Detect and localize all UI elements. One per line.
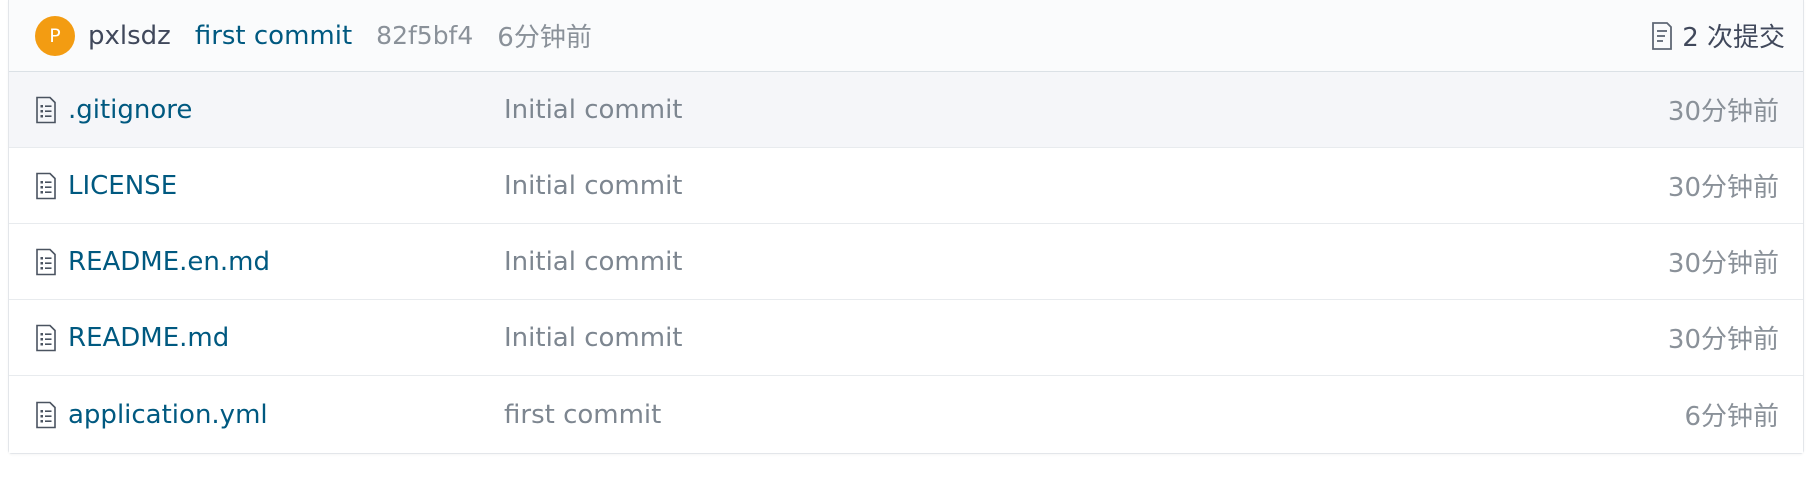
latest-commit-bar: P pxlsdz first commit 82f5bf4 6分钟前 2 次提交 [9, 0, 1803, 72]
file-browser-panel: P pxlsdz first commit 82f5bf4 6分钟前 2 次提交 [8, 0, 1804, 454]
commit-time: 6分钟前 [497, 23, 592, 53]
file-commit-message[interactable]: Initial commit [504, 171, 1668, 201]
file-row[interactable]: README.en.md Initial commit 30分钟前 [9, 224, 1803, 300]
file-row[interactable]: .gitignore Initial commit 30分钟前 [9, 72, 1803, 148]
file-row[interactable]: application.yml first commit 6分钟前 [9, 376, 1803, 453]
commit-author[interactable]: pxlsdz [88, 21, 171, 51]
avatar[interactable]: P [35, 15, 75, 56]
file-name-link[interactable]: LICENSE [68, 171, 504, 201]
commits-count-link[interactable]: 2 次提交 [1650, 17, 1785, 54]
file-icon [35, 172, 57, 200]
file-icon [35, 96, 57, 124]
file-commit-time: 6分钟前 [1684, 402, 1779, 432]
file-commit-time: 30分钟前 [1667, 325, 1779, 355]
file-commit-message[interactable]: Initial commit [504, 95, 1668, 125]
file-name-link[interactable]: application.yml [68, 400, 504, 430]
history-icon [1650, 21, 1674, 51]
file-name-link[interactable]: README.en.md [68, 247, 504, 277]
file-icon [35, 401, 57, 429]
file-row[interactable]: README.md Initial commit 30分钟前 [9, 300, 1803, 376]
file-commit-message[interactable]: Initial commit [504, 323, 1668, 353]
file-icon [35, 324, 57, 352]
file-commit-message[interactable]: first commit [504, 400, 1684, 430]
file-commit-time: 30分钟前 [1667, 249, 1779, 279]
file-commit-time: 30分钟前 [1667, 173, 1779, 203]
commits-count-label[interactable]: 2 次提交 [1682, 17, 1785, 54]
file-icon [35, 248, 57, 276]
file-row[interactable]: LICENSE Initial commit 30分钟前 [9, 148, 1803, 224]
file-commit-message[interactable]: Initial commit [504, 247, 1668, 277]
file-commit-time: 30分钟前 [1667, 97, 1779, 127]
commit-message-link[interactable]: first commit [195, 21, 352, 51]
file-list: .gitignore Initial commit 30分钟前 LICENSE … [9, 72, 1803, 453]
file-name-link[interactable]: README.md [68, 323, 504, 353]
commit-sha[interactable]: 82f5bf4 [376, 21, 473, 50]
file-name-link[interactable]: .gitignore [68, 95, 504, 125]
